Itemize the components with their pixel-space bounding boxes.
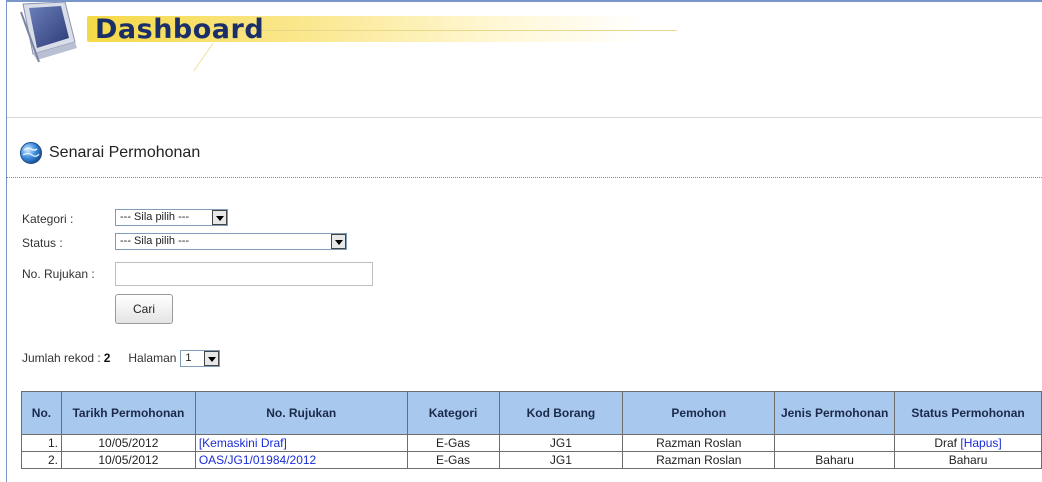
- column-header[interactable]: Status Permohonan: [894, 391, 1042, 435]
- row-category: E-Gas: [406, 434, 500, 452]
- row-status: Draf: [934, 436, 958, 450]
- column-header[interactable]: Kod Borang: [498, 391, 624, 435]
- row-applicant: Razman Roslan: [622, 451, 776, 469]
- column-header[interactable]: No.: [21, 391, 62, 435]
- row-number: 2.: [21, 451, 62, 469]
- column-header[interactable]: Kategori: [406, 391, 500, 435]
- row-date: 10/05/2012: [60, 451, 196, 469]
- row-category: E-Gas: [406, 451, 500, 469]
- table-row: 1. 10/05/2012 [Kemaskini Draf] E-Gas JG1…: [21, 434, 1042, 452]
- reference-link[interactable]: OAS/JG1/01984/2012: [199, 453, 316, 467]
- applications-table: No. Tarikh Permohonan No. Rujukan Katego…: [21, 391, 1042, 469]
- row-form-code: JG1: [498, 451, 624, 469]
- row-date: 10/05/2012: [60, 434, 196, 452]
- column-header[interactable]: Pemohon: [622, 391, 776, 435]
- row-applicant: Razman Roslan: [622, 434, 776, 452]
- table-header-row: No. Tarikh Permohonan No. Rujukan Katego…: [21, 391, 1042, 435]
- row-number: 1.: [21, 434, 62, 452]
- row-type: Baharu: [774, 451, 896, 469]
- row-status: Baharu: [948, 453, 988, 467]
- row-type: [774, 434, 896, 452]
- table-row: 2. 10/05/2012 OAS/JG1/01984/2012 E-Gas J…: [21, 451, 1042, 469]
- column-header[interactable]: Tarikh Permohonan: [60, 391, 196, 435]
- edit-draft-link[interactable]: [Kemaskini Draf]: [199, 436, 287, 450]
- column-header[interactable]: No. Rujukan: [194, 391, 408, 435]
- row-form-code: JG1: [498, 434, 624, 452]
- column-header[interactable]: Jenis Permohonan: [774, 391, 896, 435]
- delete-link[interactable]: [Hapus]: [960, 436, 1001, 450]
